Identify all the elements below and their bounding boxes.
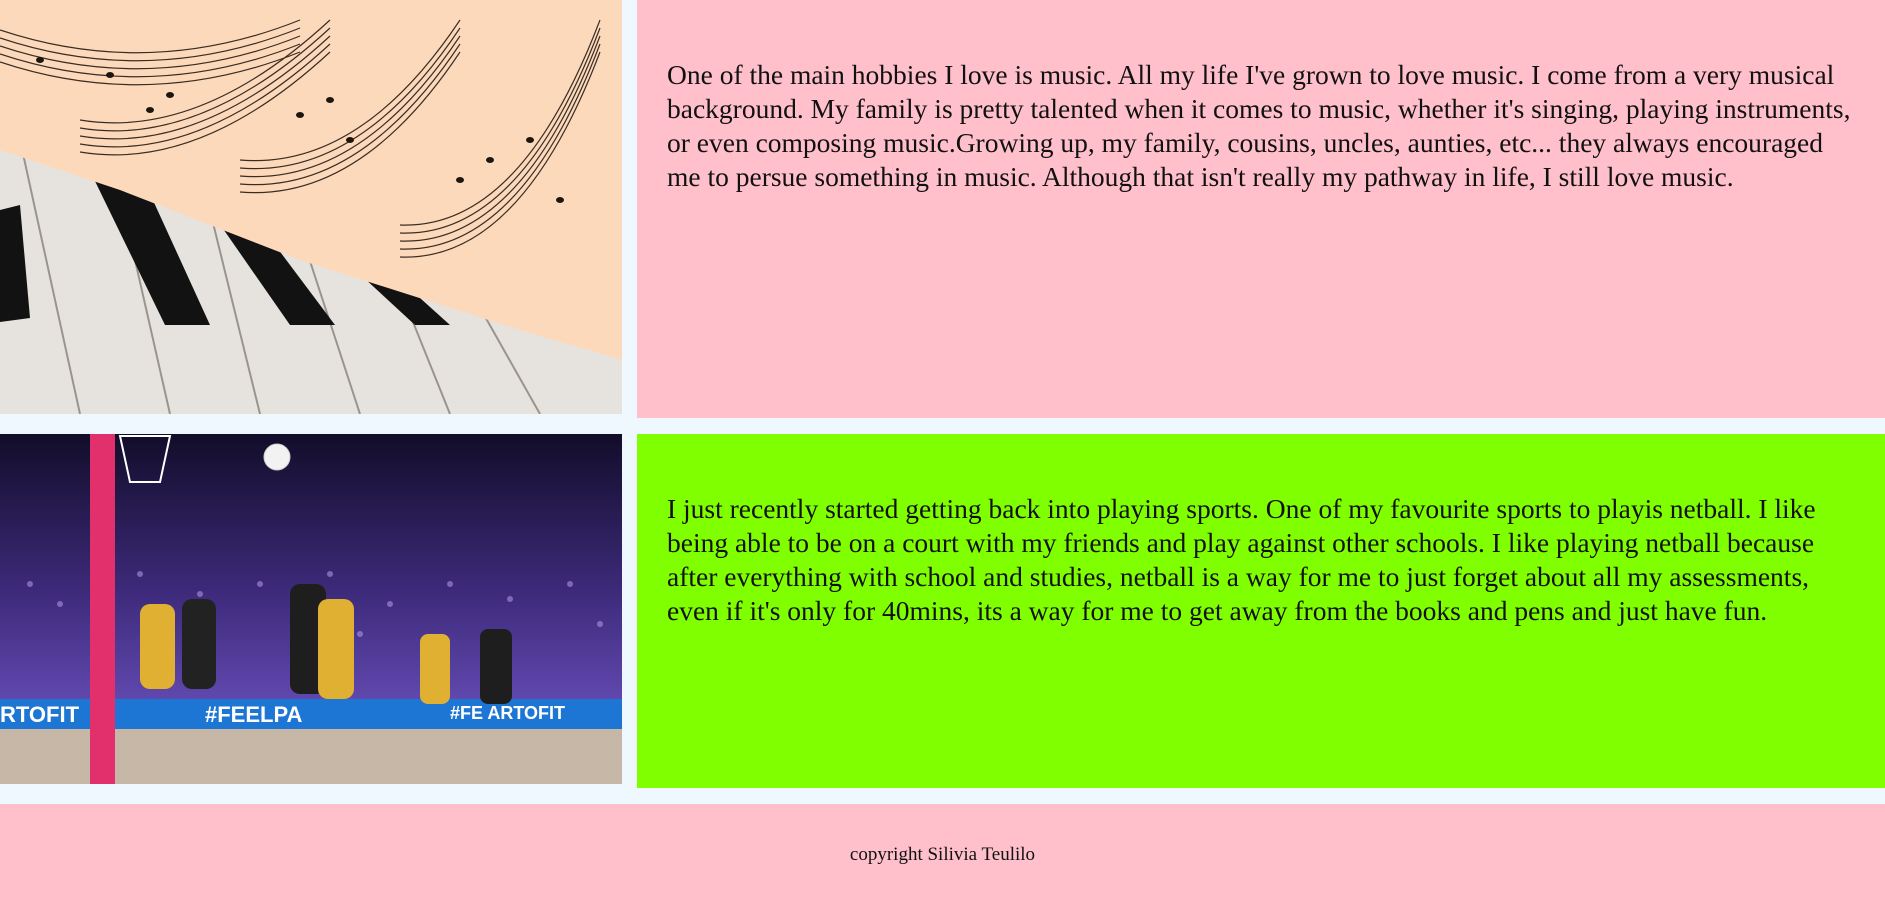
netball-section: RTOFIT #FEELPA #FE ARTOFIT I just recent… — [0, 434, 1885, 788]
music-section: One of the main hobbies I love is music.… — [0, 0, 1885, 418]
banner-text-middle: #FEELPA — [205, 702, 303, 727]
netball-paragraph: I just recently started getting back int… — [667, 493, 1816, 626]
netball-image: RTOFIT #FEELPA #FE ARTOFIT — [0, 434, 622, 784]
music-text-panel: One of the main hobbies I love is music.… — [637, 0, 1885, 418]
banner-text-right: #FE ARTOFIT — [450, 703, 565, 723]
music-image — [0, 0, 622, 414]
footer: copyright Silivia Teulilo — [0, 804, 1885, 905]
copyright-text: copyright Silivia Teulilo — [849, 844, 1036, 865]
banner-text-left: RTOFIT — [0, 702, 80, 727]
music-paragraph: One of the main hobbies I love is music.… — [667, 59, 1851, 192]
netball-text-panel: I just recently started getting back int… — [637, 434, 1885, 788]
